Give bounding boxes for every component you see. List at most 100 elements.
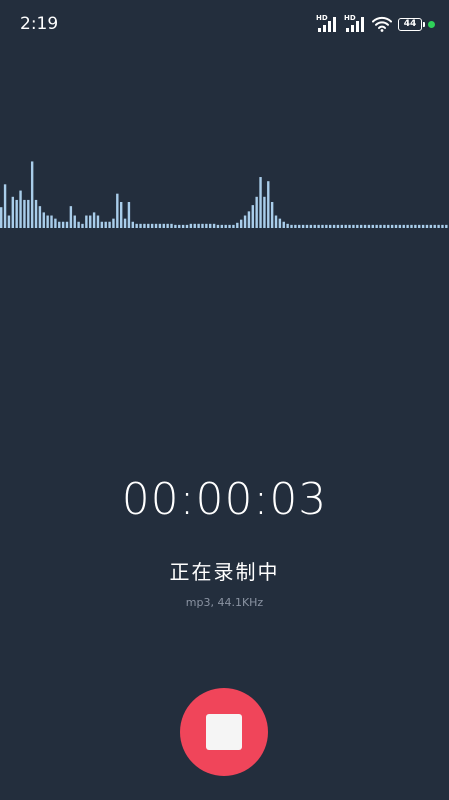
battery-icon: 44	[398, 17, 425, 31]
stop-icon	[206, 714, 242, 750]
waveform-bar	[255, 196, 258, 228]
waveform-bar	[313, 224, 316, 228]
waveform-bar	[406, 224, 409, 228]
waveform-bar	[410, 224, 413, 228]
waveform-bar	[89, 215, 92, 228]
waveform-bar	[147, 223, 150, 228]
waveform-bar	[135, 223, 138, 228]
recording-waveform	[0, 161, 448, 228]
waveform-bar	[267, 181, 270, 228]
waveform-bar	[305, 224, 309, 228]
waveform-bar	[239, 219, 243, 228]
waveform-bar	[236, 222, 239, 228]
waveform-bar	[332, 224, 336, 228]
waveform-bar	[329, 224, 332, 228]
waveform-bar	[437, 224, 440, 228]
waveform-bar	[298, 224, 301, 228]
waveform-bar	[232, 224, 235, 228]
waveform-bar	[92, 212, 96, 228]
waveform-bar	[209, 223, 212, 228]
waveform-bar	[96, 215, 100, 228]
waveform-bar	[119, 202, 123, 228]
waveform-bar	[205, 223, 208, 228]
waveform-bar	[123, 218, 127, 228]
hd-signal-icon: HD	[344, 14, 366, 34]
waveform-bar	[421, 224, 425, 228]
battery-level: 44	[403, 19, 417, 29]
waveform-bar	[340, 224, 344, 228]
waveform-bar	[367, 224, 371, 228]
waveform-bar	[425, 224, 429, 228]
waveform-bar	[34, 199, 38, 228]
waveform-bar	[375, 224, 378, 228]
waveform-bar	[158, 223, 162, 228]
waveform-bar	[317, 224, 320, 228]
waveform-bar	[418, 224, 421, 228]
waveform-bar	[189, 223, 193, 228]
waveform-bar	[150, 223, 154, 228]
waveform-bar	[65, 221, 69, 228]
waveform-bar	[104, 221, 107, 228]
waveform-bar	[3, 184, 7, 228]
waveform-bar	[15, 199, 18, 228]
waveform-bar	[19, 190, 22, 228]
waveform-bar	[394, 224, 398, 228]
waveform-bar	[23, 199, 26, 228]
waveform-bar	[344, 224, 347, 228]
stop-recording-button[interactable]	[180, 688, 268, 776]
waveform-bar	[38, 206, 42, 228]
elapsed-time: 00:00:03	[121, 474, 328, 525]
waveform-bar	[282, 221, 285, 228]
hd-signal-icon: HD	[316, 14, 338, 34]
waveform-bar	[433, 224, 436, 228]
waveform-bar	[131, 221, 134, 228]
waveform-bar	[69, 206, 73, 228]
waveform-bar	[387, 224, 390, 228]
waveform-bar	[247, 211, 251, 228]
waveform-bar	[263, 196, 266, 228]
waveform-bar	[162, 223, 165, 228]
waveform-bar	[212, 223, 216, 228]
waveform-bar	[390, 224, 394, 228]
waveform-bar	[143, 223, 146, 228]
waveform-bar	[363, 224, 367, 228]
waveform-bar	[309, 224, 313, 228]
waveform-bar	[352, 224, 355, 228]
waveform-bar	[402, 224, 405, 228]
waveform-bar	[100, 221, 104, 228]
waveform-bar	[429, 224, 433, 228]
waveform-bar	[414, 224, 417, 228]
waveform-bar	[108, 221, 111, 228]
waveform-bar	[54, 218, 57, 228]
waveform-bar	[61, 221, 65, 228]
waveform-bar	[228, 224, 231, 228]
status-icons: HD HD 44	[316, 14, 435, 34]
waveform-bar	[216, 224, 220, 228]
waveform-bar	[73, 215, 76, 228]
audio-format: mp3, 44.1KHz	[185, 596, 264, 609]
waveform-bar	[170, 223, 173, 228]
waveform-bar	[356, 224, 359, 228]
waveform-bar	[85, 215, 88, 228]
waveform-bar	[197, 223, 200, 228]
waveform-bar	[290, 224, 293, 228]
waveform-bar	[112, 218, 115, 228]
waveform-bar	[286, 223, 289, 228]
waveform-bar	[174, 224, 177, 228]
waveform-bar	[193, 223, 196, 228]
waveform-bar	[201, 223, 204, 228]
waveform-bar	[348, 224, 351, 228]
waveform-bar	[81, 223, 84, 228]
waveform-bar	[224, 224, 227, 228]
waveform-bar	[30, 161, 34, 228]
waveform-bar	[27, 199, 30, 228]
waveform-bar	[251, 205, 254, 228]
waveform-bar	[127, 202, 131, 228]
waveform-bar	[359, 224, 363, 228]
waveform-bar	[325, 224, 328, 228]
waveform-bar	[274, 215, 278, 228]
status-time: 2:19	[20, 14, 59, 34]
waveform-bar	[259, 177, 262, 228]
recording-status: 正在录制中	[169, 560, 280, 584]
waveform-bar	[441, 224, 444, 228]
